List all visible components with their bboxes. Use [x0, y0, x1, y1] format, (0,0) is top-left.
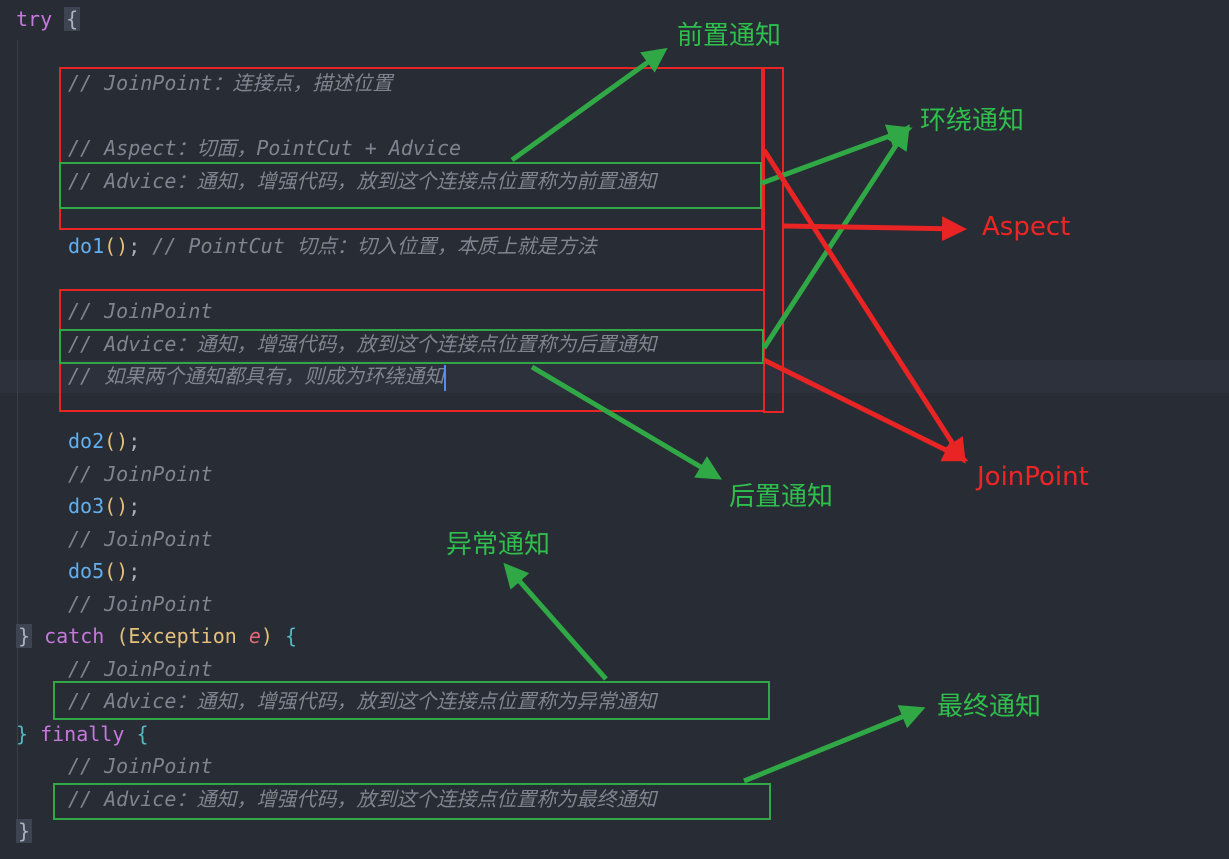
- arrow-final-advice: [743, 705, 926, 784]
- arrow-around-from-before: [761, 124, 913, 186]
- label-after-advice: 后置通知: [729, 482, 834, 512]
- label-exception-advice: 异常通知: [446, 530, 551, 560]
- arrow-after-advice: [530, 364, 723, 480]
- label-before-advice: 前置通知: [677, 21, 782, 51]
- label-joinpoint: JoinPoint: [977, 462, 1089, 492]
- label-around-advice: 环绕通知: [920, 106, 1025, 136]
- arrow-exception-advice: [503, 562, 608, 681]
- arrow-before-advice: [510, 47, 668, 163]
- annotation-arrows: [503, 47, 969, 784]
- label-final-advice: 最终通知: [937, 692, 1042, 722]
- arrow-around-from-after: [761, 124, 910, 350]
- label-aspect: Aspect: [982, 212, 1071, 242]
